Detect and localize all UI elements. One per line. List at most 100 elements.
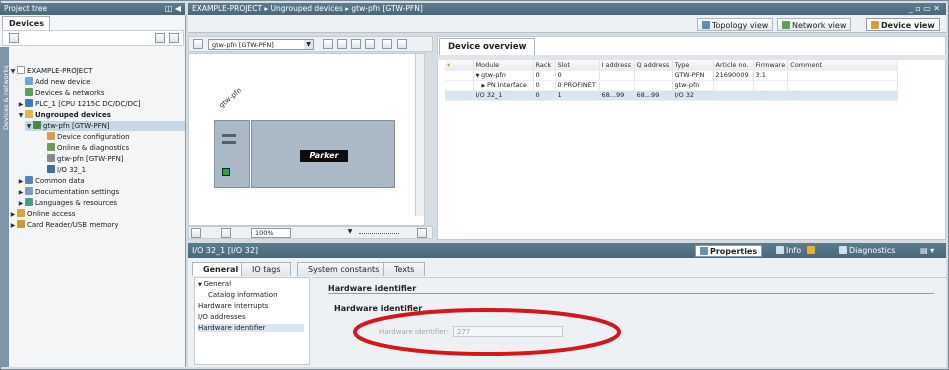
col-rack[interactable]: Rack — [533, 60, 556, 71]
zoom-select[interactable]: 100% — [251, 228, 291, 238]
device-canvas[interactable]: gtw-pfn Parker — [188, 53, 425, 226]
expand-arrow-icon[interactable]: ▼ — [9, 67, 17, 77]
overview-icon[interactable] — [417, 228, 427, 238]
tree-item-io32[interactable]: I/O 32_1 — [47, 165, 86, 175]
nav-hardware-interrupts[interactable]: Hardware interrupts — [198, 302, 268, 310]
tree-item-add-device[interactable]: Add new device — [25, 77, 90, 87]
toolbar-btn-3-icon[interactable] — [351, 39, 361, 49]
tree-item-ungrouped[interactable]: ▼ Ungrouped devices — [17, 110, 111, 120]
expand-arrow-icon[interactable]: ▶ — [17, 188, 25, 198]
io-module[interactable]: Parker — [251, 120, 395, 188]
chevron-down-icon[interactable]: ▼ — [304, 40, 313, 49]
toolbar-btn-5-icon[interactable] — [382, 39, 392, 49]
tree-item-gtw-pfn[interactable]: ▼ gtw-pfn [GTW-PFN] — [25, 121, 185, 131]
properties-button[interactable]: Properties — [695, 245, 763, 257]
expand-arrow-icon[interactable]: ▼ — [25, 122, 33, 132]
nav-hardware-identifier[interactable]: Hardware identifier — [198, 324, 304, 332]
zoom-slider[interactable] — [359, 231, 399, 234]
col-q-address[interactable]: Q address — [634, 60, 673, 71]
tree-item-card-reader[interactable]: ▶ Card Reader/USB memory — [9, 220, 119, 230]
device-icon — [33, 121, 41, 129]
main-titlebar: EXAMPLE-PROJECT ▸ Ungrouped devices ▸ gt… — [188, 3, 946, 15]
device-select[interactable]: gtw-pfn [GTW-PFN] ▼ — [208, 39, 314, 50]
tree-view-icon[interactable] — [155, 33, 165, 43]
cell-comment[interactable] — [787, 90, 899, 101]
tree-home-icon[interactable] — [9, 33, 19, 43]
tree-toggle-icon[interactable]: ▾ — [447, 61, 450, 69]
col-module[interactable]: Module — [473, 60, 534, 71]
diagnostics-tab-icon — [839, 246, 847, 254]
panel-controls-icon[interactable]: ▤ ▾ — [920, 246, 934, 255]
cell-comment[interactable] — [787, 80, 899, 91]
tree-item-common-data[interactable]: ▶ Common data — [17, 176, 85, 186]
tree-item-online-diag[interactable]: Online & diagnostics — [47, 143, 129, 153]
cell-rack: 0 — [533, 90, 556, 101]
zoom-dropdown-icon[interactable]: ▼ — [345, 228, 355, 238]
gateway-module[interactable] — [214, 120, 250, 188]
topology-view-button[interactable]: Topology view — [697, 18, 774, 31]
cell-firmware: 3.1 — [753, 70, 789, 81]
canvas-vscrollbar[interactable] — [415, 54, 424, 216]
device-view-label: Device view — [881, 21, 935, 30]
cell-firmware — [753, 80, 789, 91]
nav-general[interactable]: ▼ General — [198, 280, 231, 288]
cell-comment[interactable] — [787, 70, 899, 81]
toolbar-btn-6-icon[interactable] — [397, 39, 407, 49]
expand-arrow-icon[interactable]: ▶ — [17, 199, 25, 209]
cell-slot: 0 — [555, 70, 600, 81]
expand-arrow-icon[interactable]: ▼ — [17, 111, 25, 121]
nav-catalog-info[interactable]: Catalog information — [208, 291, 278, 299]
cell-module-text: gtw-pfn — [480, 71, 506, 79]
tab-system-constants-label: System constants — [308, 265, 380, 274]
expand-arrow-icon[interactable]: ▶ — [9, 210, 17, 220]
tree-options-icon[interactable] — [169, 33, 179, 43]
scroll-left-icon[interactable] — [191, 228, 201, 238]
tree-item-devices-networks[interactable]: Devices & networks — [25, 88, 105, 98]
tree-item-doc-settings[interactable]: ▶ Documentation settings — [17, 187, 119, 197]
expand-arrow-icon[interactable]: ▶ — [9, 221, 17, 231]
table-row[interactable]: ▶ PN Interface 0 0 PROFINET gtw-pfn — [445, 80, 899, 91]
device-overview-tab[interactable]: Device overview — [439, 38, 536, 55]
device-view-button[interactable]: Device view — [866, 18, 940, 31]
tree-item-plc[interactable]: ▶ PLC_1 [CPU 1215C DC/DC/DC] — [17, 99, 141, 109]
cell-rack: 0 — [533, 80, 556, 91]
highlight-ellipse-shape — [353, 308, 621, 356]
col-firmware[interactable]: Firmware — [753, 60, 789, 71]
devices-tab[interactable]: Devices — [2, 16, 50, 30]
expand-arrow-icon[interactable]: ▶ — [17, 177, 25, 187]
tree-item-languages[interactable]: ▶ Languages & resources — [17, 198, 117, 208]
tree-item-online-access[interactable]: ▶ Online access — [9, 209, 75, 219]
scroll-right-icon[interactable] — [221, 228, 231, 238]
tab-texts[interactable]: Texts — [383, 262, 426, 276]
toolbar-btn-4-icon[interactable] — [365, 39, 375, 49]
tab-system-constants[interactable]: System constants — [297, 262, 391, 276]
col-type[interactable]: Type — [672, 60, 714, 71]
cell-article — [713, 80, 754, 91]
col-comment[interactable]: Comment — [787, 60, 899, 71]
tree-item-device-config[interactable]: Device configuration — [47, 132, 130, 142]
info-button[interactable]: Info — [772, 245, 821, 257]
tree-item-label: gtw-pfn [GTW-PFN] — [43, 122, 110, 130]
diagnostics-button[interactable]: Diagnostics — [835, 245, 899, 257]
table-header-row: ▾ Module Rack Slot I address Q address T… — [445, 60, 899, 71]
expand-arrow-icon[interactable]: ▶ — [17, 100, 25, 110]
collapse-panel-icon[interactable]: ◫ ◀ — [165, 3, 181, 15]
canvas-statusbar: 100% ▼ — [188, 226, 433, 239]
col-i-address[interactable]: I address — [599, 60, 635, 71]
tree-item-project[interactable]: ▼ EXAMPLE-PROJECT — [9, 66, 92, 76]
network-view-button[interactable]: Network view — [777, 18, 852, 31]
toolbar-btn-2-icon[interactable] — [337, 39, 347, 49]
table-row[interactable]: I/O 32_1 0 1 68...99 68...99 I/O 32 — [445, 90, 899, 101]
col-slot[interactable]: Slot — [555, 60, 600, 71]
tab-io-tags[interactable]: IO tags — [241, 262, 292, 276]
properties-label: Properties — [710, 247, 758, 256]
window-controls-icon[interactable]: _ ▫ ▭ ✕ — [909, 3, 940, 15]
col-article[interactable]: Article no. — [713, 60, 754, 71]
tree-item-gtw-pfn-module[interactable]: gtw-pfn [GTW-PFN] — [47, 154, 124, 164]
module-led — [222, 134, 236, 137]
toolbar-btn-1-icon[interactable] — [323, 39, 333, 49]
device-toolbar-icon[interactable] — [193, 39, 203, 49]
languages-icon — [25, 198, 33, 206]
nav-io-addresses[interactable]: I/O addresses — [198, 313, 246, 321]
table-row[interactable]: ▼ gtw-pfn 0 0 GTW-PFN 21690009 3.1 — [445, 70, 899, 81]
